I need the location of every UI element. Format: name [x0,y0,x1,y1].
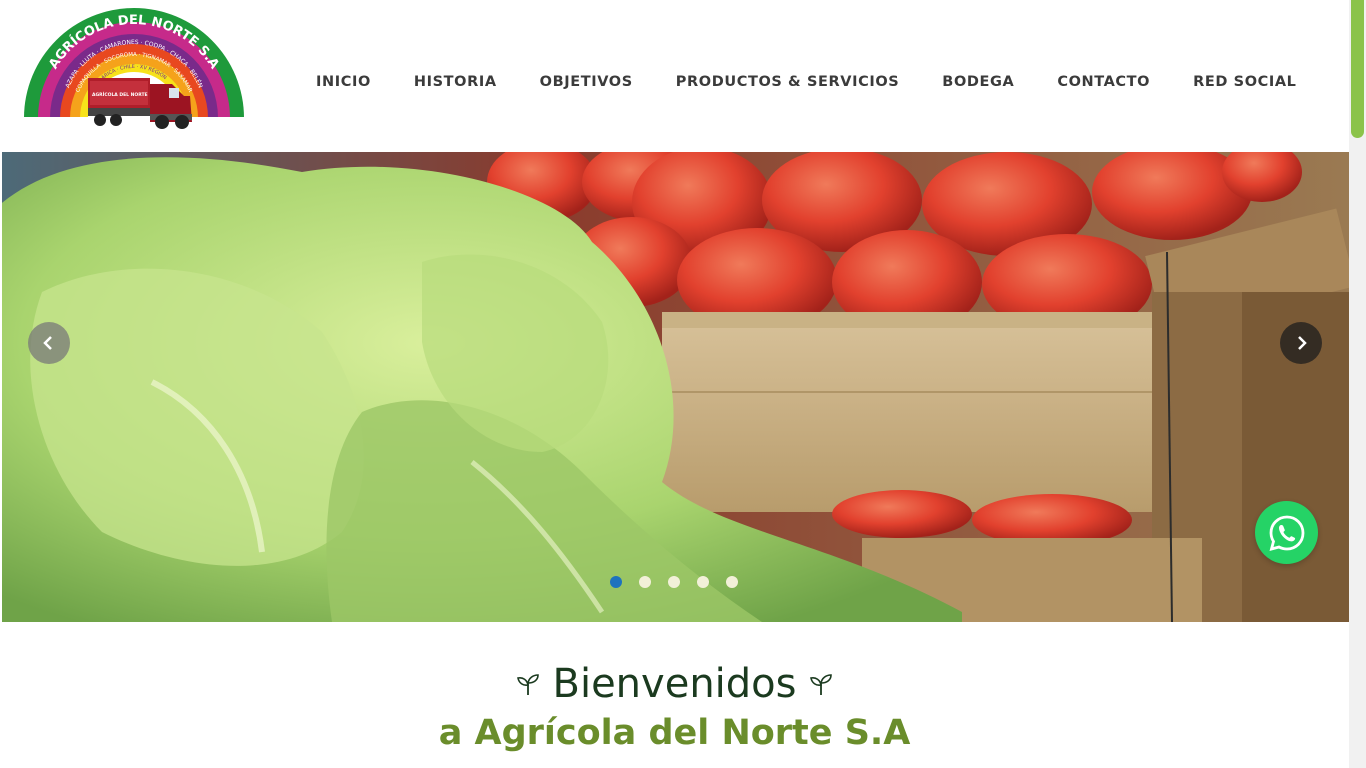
slider-dot-1[interactable] [610,576,622,588]
slider-pagination [610,576,738,588]
slider-dot-5[interactable] [726,576,738,588]
slider-dot-3[interactable] [668,576,680,588]
scrollbar-thumb[interactable] [1351,0,1364,138]
site-header: AGRÍCOLA DEL NORTE S.A AZAPA · LLUTA · C… [0,0,1349,152]
slider-next-button[interactable] [1280,322,1322,364]
welcome-title: Bienvenidos [552,661,797,707]
welcome-subtitle: a Agrícola del Norte S.A [438,713,911,753]
chevron-right-icon [1298,336,1307,350]
nav-item-contacto[interactable]: CONTACTO [1057,72,1150,92]
nav-item-bodega[interactable]: BODEGA [942,72,1014,92]
nav-item-red-social[interactable]: RED SOCIAL [1193,72,1296,92]
hero-image [2,152,1349,622]
nav-item-productos-servicios[interactable]: PRODUCTOS & SERVICIOS [676,72,900,92]
page-scrollbar[interactable] [1349,0,1366,768]
chevron-left-icon [43,336,52,350]
brand-logo[interactable]: AGRÍCOLA DEL NORTE S.A AZAPA · LLUTA · C… [22,4,246,140]
sprout-icon [516,674,539,695]
whatsapp-icon [1269,515,1304,551]
slider-prev-button[interactable] [28,322,70,364]
nav-item-historia[interactable]: HISTORIA [414,72,497,92]
slider-dot-2[interactable] [639,576,651,588]
nav-item-objetivos[interactable]: OBJETIVOS [540,72,633,92]
hero-slider [2,152,1349,622]
whatsapp-button[interactable] [1255,501,1318,564]
main-nav: INICIO HISTORIA OBJETIVOS PRODUCTOS & SE… [316,72,1340,92]
sprout-icon [810,674,833,695]
welcome-section: Bienvenidos a Agrícola del Norte S.A [0,656,1349,753]
welcome-heading: Bienvenidos [515,656,835,712]
nav-item-inicio[interactable]: INICIO [316,72,371,92]
slider-dot-4[interactable] [697,576,709,588]
